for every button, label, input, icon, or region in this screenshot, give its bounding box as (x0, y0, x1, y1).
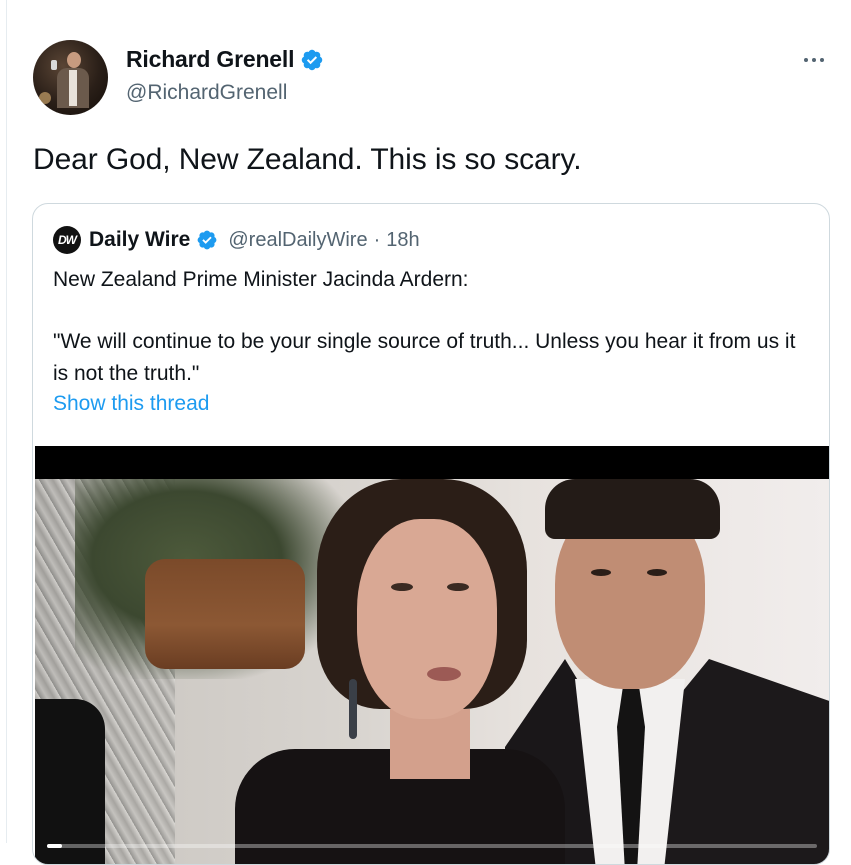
author-name-row[interactable]: Richard Grenell (126, 46, 324, 73)
avatar[interactable] (33, 40, 108, 115)
separator-dot: · (373, 228, 381, 251)
video-frame (35, 479, 829, 864)
tweet-text: Dear God, New Zealand. This is so scary. (33, 143, 582, 176)
quoted-timestamp[interactable]: 18h (386, 229, 419, 252)
quoted-author-name[interactable]: Daily Wire (89, 228, 190, 252)
verified-badge-icon (302, 49, 323, 70)
quoted-line-1: New Zealand Prime Minister Jacinda Arder… (53, 268, 469, 291)
tweet[interactable]: Richard Grenell @RichardGrenell Dear God… (0, 0, 851, 865)
quoted-author-handle[interactable]: @realDailyWire (228, 229, 367, 252)
quoted-line-2: "We will continue to be your single sour… (53, 330, 796, 385)
video-progress-bar[interactable] (47, 844, 817, 848)
quoted-tweet[interactable]: DW Daily Wire @realDailyWire · 18h New Z… (32, 203, 830, 865)
verified-badge-icon (197, 230, 217, 250)
author-display-name[interactable]: Richard Grenell (126, 46, 294, 73)
more-options-icon[interactable] (800, 48, 828, 72)
quoted-tweet-text: New Zealand Prime Minister Jacinda Arder… (53, 264, 813, 390)
video-progress-fill (47, 844, 63, 848)
quoted-tweet-header: DW Daily Wire @realDailyWire · 18h (53, 226, 420, 254)
author-handle[interactable]: @RichardGrenell (126, 81, 287, 105)
show-thread-link[interactable]: Show this thread (53, 392, 209, 416)
daily-wire-logo-icon: DW (53, 226, 81, 254)
video-player[interactable] (35, 446, 829, 864)
